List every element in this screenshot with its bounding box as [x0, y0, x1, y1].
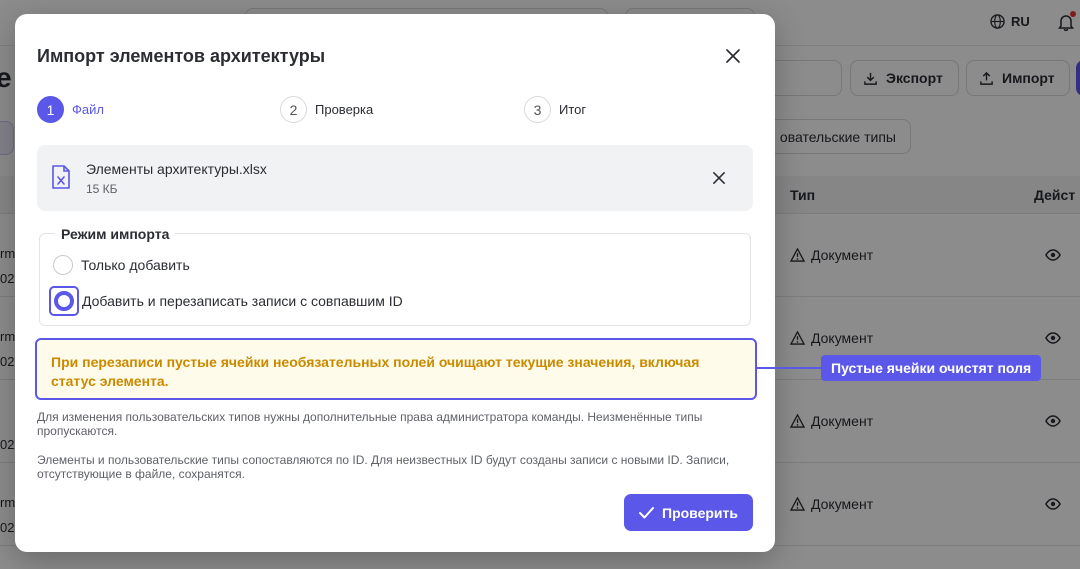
close-button[interactable]: [723, 46, 743, 66]
step-result: 3 Итог: [524, 96, 586, 123]
matching-note: Элементы и пользовательские типы сопоста…: [37, 453, 730, 481]
radio-label: Добавить и перезаписать записи с совпавш…: [82, 293, 403, 309]
verify-label: Проверить: [662, 504, 738, 521]
radio-add-only[interactable]: Только добавить: [53, 255, 190, 275]
check-icon: [639, 506, 654, 518]
verify-button[interactable]: Проверить: [624, 494, 753, 531]
step-number: 1: [37, 96, 64, 123]
step-label: Итог: [559, 102, 587, 117]
import-modal: Импорт элементов архитектуры 1 Файл 2 Пр…: [15, 14, 775, 552]
excel-file-icon: [52, 165, 70, 189]
radio-label: Только добавить: [81, 257, 190, 273]
close-icon: [713, 172, 725, 184]
radio-button[interactable]: [54, 291, 74, 311]
annotation-callout: Пустые ячейки очистят поля: [821, 355, 1042, 381]
file-size: 15 КБ: [86, 182, 118, 196]
close-icon: [726, 49, 740, 63]
import-mode-legend: Режим импорта: [55, 226, 176, 242]
step-number: 2: [280, 96, 307, 123]
modal-title: Импорт элементов архитектуры: [37, 46, 326, 66]
radio-button[interactable]: [53, 255, 73, 275]
remove-file-button[interactable]: [709, 168, 729, 188]
radio-add-overwrite[interactable]: Добавить и перезаписать записи с совпавш…: [49, 286, 403, 316]
overwrite-warning: При перезаписи пустые ячейки необязатель…: [35, 338, 757, 400]
step-label: Проверка: [315, 102, 374, 117]
step-label: Файл: [72, 102, 104, 117]
radio-focus-ring: [49, 286, 79, 316]
step-number: 3: [524, 96, 551, 123]
step-check: 2 Проверка: [280, 96, 373, 123]
file-name: Элементы архитектуры.xlsx: [86, 161, 267, 177]
selected-file-card: Элементы архитектуры.xlsx 15 КБ: [37, 145, 753, 211]
step-file: 1 Файл: [37, 96, 104, 123]
permissions-note: Для изменения пользовательских типов нуж…: [37, 410, 703, 438]
callout-connector: [757, 367, 821, 369]
